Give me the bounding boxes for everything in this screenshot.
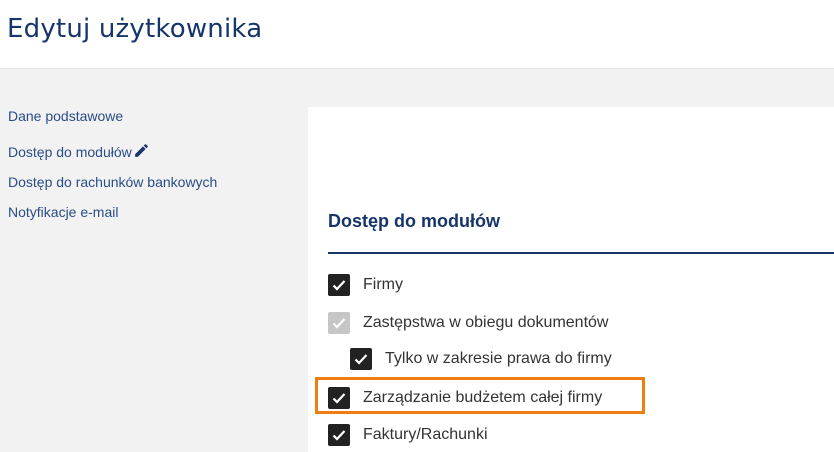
section-divider xyxy=(328,252,834,254)
checkmark-icon xyxy=(332,280,346,291)
section-title: Dostęp do modułów xyxy=(328,211,500,231)
option-label: Firmy xyxy=(363,276,403,293)
page-title: Edytuj użytkownika xyxy=(7,14,263,44)
highlight-box xyxy=(315,377,645,414)
checkmark-icon xyxy=(332,318,346,329)
sidebar-item-email-notifications[interactable]: Notyfikacje e-mail xyxy=(8,204,118,220)
sidebar-item-basic-data[interactable]: Dane podstawowe xyxy=(8,108,123,124)
sidebar-item-label: Notyfikacje e-mail xyxy=(8,204,119,220)
page-header: Edytuj użytkownika xyxy=(0,0,834,69)
sidebar-item-module-access[interactable]: Dostęp do modułów xyxy=(8,142,150,160)
option-zastepstwa: Zastępstwa w obiegu dokumentów xyxy=(328,311,608,335)
checkmark-icon xyxy=(354,354,368,365)
checkbox[interactable] xyxy=(328,274,350,296)
checkmark-icon xyxy=(332,430,346,441)
checkbox-disabled xyxy=(328,312,350,334)
option-label: Faktury/Rachunki xyxy=(363,426,488,443)
option-firmy[interactable]: Firmy xyxy=(328,273,403,297)
sidebar-item-bank-accounts[interactable]: Dostęp do rachunków bankowych xyxy=(8,174,217,190)
option-label: Zastępstwa w obiegu dokumentów xyxy=(363,314,609,331)
option-faktury[interactable]: Faktury/Rachunki xyxy=(328,423,488,447)
option-tylko-w-zakresie[interactable]: Tylko w zakresie prawa do firmy xyxy=(350,347,612,371)
option-label: Tylko w zakresie prawa do firmy xyxy=(385,350,612,367)
sidebar-item-label: Dostęp do rachunków bankowych xyxy=(8,174,218,190)
sidebar-item-label: Dostęp do modułów xyxy=(8,144,132,160)
checkbox[interactable] xyxy=(350,348,372,370)
pencil-icon xyxy=(134,144,148,157)
sidebar-item-label: Dane podstawowe xyxy=(8,108,124,124)
checkbox[interactable] xyxy=(328,424,350,446)
